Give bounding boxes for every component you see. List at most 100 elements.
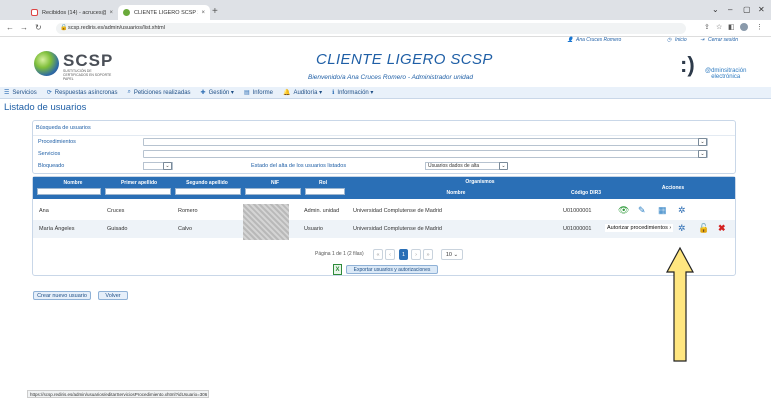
export-row: X Exportar usuarios y autorizaciones (33, 264, 735, 275)
reload-icon[interactable]: ↻ (35, 23, 42, 32)
cell-rol: Admin. unidad (304, 208, 340, 214)
bookmark-star-icon[interactable]: ☆ (716, 23, 722, 31)
menu-label: Informe (252, 89, 273, 96)
browser-tab-gmail[interactable]: Recibidos (14) - acruces@ucm.es × (26, 5, 118, 20)
annotation-arrow-icon (665, 246, 695, 362)
url-input[interactable]: 🔒 scsp.rediris.es/admin/usuarios/list.xh… (56, 23, 686, 34)
menu-gestion[interactable]: ✚ Gestión ▾ (201, 89, 234, 96)
next-page-icon[interactable]: › (411, 249, 421, 260)
col-rol[interactable]: Rol (303, 180, 343, 186)
excel-icon[interactable]: X (333, 264, 342, 275)
menu-informe[interactable]: ▤ Informe (243, 89, 273, 97)
cell-apellido2: Calvo (178, 226, 193, 232)
filter-nif-input[interactable] (245, 188, 301, 195)
user-link[interactable]: Ana Cruces Romero (576, 37, 621, 43)
col-nif[interactable]: NIF (245, 180, 305, 186)
lock-icon: 🔒 (60, 25, 68, 31)
cell-apellido1: Cruces (107, 208, 125, 214)
more-menu-icon[interactable]: ⋮ (756, 23, 763, 31)
pager-text: Página 1 de 1 (2 filas) (315, 251, 364, 257)
col-segundo-apellido[interactable]: Segundo apellido (175, 180, 239, 186)
menu-respuestas-asincronas[interactable]: ⟳ Respuestas asíncronas (47, 89, 118, 97)
document-icon: ▤ (243, 90, 250, 96)
sidepanel-icon[interactable]: ◧ (728, 23, 735, 31)
chevron-down-icon[interactable]: ⌄ (698, 138, 707, 146)
tooltip-text: Autorizar procedimientos (607, 225, 668, 231)
cell-rol: Usuario (304, 226, 323, 232)
scsp-logo-text: SCSP (63, 51, 114, 70)
gear-icon[interactable]: ✲ (678, 205, 686, 216)
maximize-icon[interactable]: ▢ (743, 5, 751, 14)
scsp-logo-subtitle: SUSTITUCIÓN DE CERTIFICADOS EN SOPORTE P… (63, 69, 112, 81)
filter-rol-select[interactable] (305, 188, 345, 195)
col-org-codigo[interactable]: Código DIR3 (561, 190, 611, 196)
administracion-electronica-text: @dminsitración electrónica (705, 68, 746, 80)
page-number-button[interactable]: 1 (399, 249, 408, 260)
edit-icon[interactable]: ✎ (638, 205, 646, 216)
logout-link[interactable]: Cerrar sesión (708, 37, 738, 43)
new-tab-icon[interactable]: + (212, 6, 218, 17)
last-page-icon[interactable]: » (423, 249, 433, 260)
pagination: Página 1 de 1 (2 filas) « ‹ 1 › » 10 ⌄ (33, 249, 735, 261)
page-size-select[interactable]: 10 ⌄ (441, 249, 463, 260)
back-arrow-icon[interactable]: ← (6, 23, 14, 32)
servicios-select[interactable] (143, 150, 708, 158)
menu-label: Servicios (12, 89, 37, 96)
cell-apellido1: Guisado (107, 226, 128, 232)
table-row: Ana Cruces Romero Admin. unidad Universi… (33, 202, 735, 220)
tab-title: Recibidos (14) - acruces@ucm.es (42, 9, 106, 16)
servicios-row: Servicios ⌄ (33, 150, 737, 160)
url-text: scsp.rediris.es/admin/usuarios/list.xhtm… (68, 25, 165, 31)
chevron-down-icon[interactable]: ⌄ (712, 5, 719, 14)
calendar-icon[interactable]: ▦ (658, 205, 667, 216)
menu-label: Respuestas asíncronas (54, 89, 118, 96)
export-button[interactable]: Exportar usuarios y autorizaciones (346, 265, 438, 274)
forward-arrow-icon[interactable]: → (20, 23, 28, 32)
unlock-icon[interactable]: 🔓 (698, 223, 709, 234)
menu-auditoria[interactable]: 🔔 Auditoría ▾ (283, 89, 322, 96)
bell-icon: 🔔 (282, 90, 291, 96)
procedimientos-label: Procedimientos (38, 139, 76, 145)
bloqueado-row: Bloqueado ⌄ Estado del alta de los usuar… (33, 162, 737, 172)
cell-nombre: Ana (39, 208, 49, 214)
view-eye-icon[interactable]: 👁 (618, 205, 629, 216)
chevron-down-icon[interactable]: ⌄ (499, 162, 508, 170)
share-icon[interactable]: ⇪ (704, 23, 710, 31)
info-icon: ℹ (332, 90, 335, 96)
delete-icon[interactable]: ✖ (718, 223, 726, 234)
search-heading: Búsqueda de usuarios (33, 121, 735, 136)
estado-label: Estado del alta de los usuarios listados (251, 163, 347, 169)
col-nombre[interactable]: Nombre (41, 180, 105, 186)
col-organismos: Organismos (465, 179, 495, 185)
first-page-icon[interactable]: « (373, 249, 383, 260)
table-row: María Ángeles Guisado Calvo Usuario Univ… (33, 220, 735, 238)
scsp-globe-logo (34, 51, 59, 76)
procedimientos-select[interactable] (143, 138, 708, 146)
gear-icon[interactable]: ✲ (678, 223, 686, 234)
close-tab-icon[interactable]: × (109, 10, 113, 16)
estado-select[interactable]: Usuarios dados de alta (425, 162, 501, 170)
menu-peticiones-realizadas[interactable]: ⌕ Peticiones realizadas (127, 89, 190, 96)
col-primer-apellido[interactable]: Primer apellido (107, 180, 171, 186)
page-title: Listado de usuarios (4, 102, 87, 113)
col-org-nombre[interactable]: Nombre (351, 190, 561, 196)
filter-apellido2-input[interactable] (175, 188, 241, 195)
home-link[interactable]: Inicio (675, 37, 687, 43)
filter-nombre-input[interactable] (37, 188, 101, 195)
prev-page-icon[interactable]: ‹ (385, 249, 395, 260)
menu-servicios[interactable]: ☰ Servicios (4, 89, 37, 97)
window-close-icon[interactable]: ✕ (758, 5, 765, 14)
minimize-icon[interactable]: – (728, 5, 732, 14)
menu-informacion[interactable]: ℹ Información ▾ (332, 89, 373, 96)
close-tab-icon[interactable]: × (201, 10, 205, 16)
chevron-down-icon[interactable]: ⌄ (163, 162, 172, 170)
user-icon: 👤 (567, 37, 574, 43)
logout-icon: ⇥ (700, 37, 705, 43)
cell-organismo: Universidad Complutense de Madrid (353, 226, 442, 232)
browser-tab-scsp[interactable]: CLIENTE LIGERO SCSP > Listado × (118, 5, 210, 20)
new-user-button[interactable]: Crear nuevo usuario (33, 291, 91, 300)
profile-avatar[interactable] (740, 23, 748, 31)
filter-apellido1-input[interactable] (105, 188, 171, 195)
chevron-down-icon[interactable]: ⌄ (698, 150, 707, 158)
back-button[interactable]: Volver (98, 291, 128, 300)
